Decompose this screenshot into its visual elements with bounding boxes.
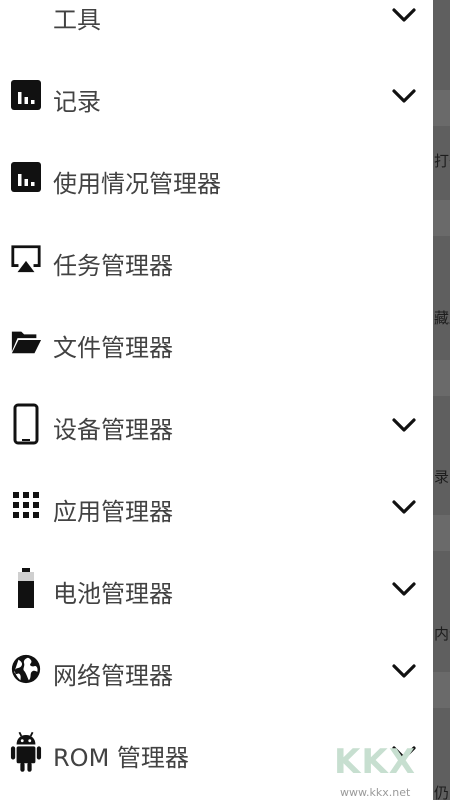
background-app-scrim[interactable]: 打开 藏跳 录 内计 仍 xyxy=(433,0,450,800)
watermark-url: www.kkx.net xyxy=(340,786,411,799)
menu-item-app-manager[interactable]: 应用管理器 xyxy=(0,465,433,547)
chevron-down-icon[interactable] xyxy=(391,87,417,105)
menu-item-label: 工具 xyxy=(53,6,101,34)
menu-item-label: 文件管理器 xyxy=(53,334,173,362)
battery-icon xyxy=(10,567,42,609)
globe-icon xyxy=(10,653,42,685)
menu-item-label: 任务管理器 xyxy=(53,252,173,280)
background-row xyxy=(433,90,450,126)
chevron-down-icon[interactable] xyxy=(391,6,417,24)
bar-chart-icon xyxy=(10,79,42,111)
menu-item-file-manager[interactable]: 文件管理器 xyxy=(0,301,433,383)
bar-chart-icon xyxy=(10,161,42,193)
menu-item-device-manager[interactable]: 设备管理器 xyxy=(0,383,433,465)
chevron-down-icon[interactable] xyxy=(391,662,417,680)
menu-item-tools[interactable]: 工具 xyxy=(0,0,433,54)
background-row xyxy=(433,515,450,551)
folder-open-icon xyxy=(10,325,42,357)
background-row xyxy=(433,360,450,396)
screen: 打开 藏跳 录 内计 仍 工具 记录 xyxy=(0,0,450,800)
background-text: 录 xyxy=(434,468,450,486)
android-icon xyxy=(10,729,42,775)
smartphone-icon xyxy=(10,403,42,445)
background-text: 藏跳 xyxy=(434,309,450,327)
menu-item-label: 应用管理器 xyxy=(53,498,173,526)
watermark: KKX www.kkx.net xyxy=(332,742,450,800)
menu-item-usage-manager[interactable]: 使用情况管理器 xyxy=(0,137,433,219)
screen-cast-icon xyxy=(10,243,42,275)
background-row xyxy=(433,200,450,236)
background-text: 内计 xyxy=(434,625,450,643)
menu-item-task-manager[interactable]: 任务管理器 xyxy=(0,219,433,301)
menu-item-label: 设备管理器 xyxy=(53,416,173,444)
menu-item-label: 网络管理器 xyxy=(53,662,173,690)
background-row xyxy=(433,672,450,708)
watermark-letters: KKX xyxy=(334,742,416,782)
grid-icon xyxy=(10,489,42,521)
menu-item-label: 使用情况管理器 xyxy=(53,170,221,198)
chevron-down-icon[interactable] xyxy=(391,416,417,434)
background-text: 打开 xyxy=(434,152,450,170)
menu-item-label: 记录 xyxy=(53,88,101,116)
chevron-down-icon[interactable] xyxy=(391,580,417,598)
menu-item-network-manager[interactable]: 网络管理器 xyxy=(0,629,433,711)
menu-item-records[interactable]: 记录 xyxy=(0,55,433,137)
menu-item-label: 电池管理器 xyxy=(53,580,173,608)
navigation-drawer: 工具 记录 使用情况管理器 任务管理器 文件管理器 设备管理器 应用管理器 电池… xyxy=(0,0,433,800)
menu-item-battery-manager[interactable]: 电池管理器 xyxy=(0,547,433,629)
menu-item-label: ROM 管理器 xyxy=(53,744,189,772)
chevron-down-icon[interactable] xyxy=(391,498,417,516)
